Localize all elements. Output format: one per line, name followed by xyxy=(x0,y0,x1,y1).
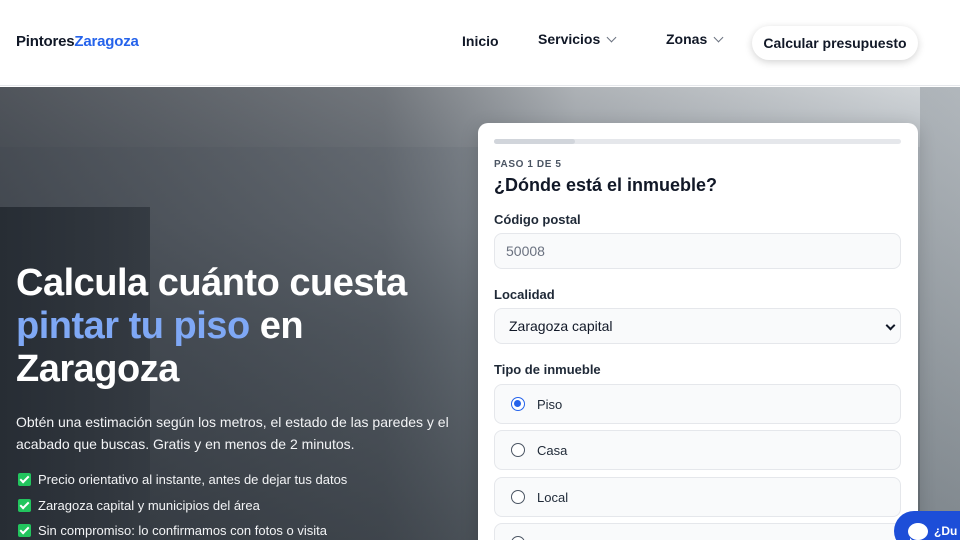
locality-label: Localidad xyxy=(494,287,555,302)
postal-code-placeholder: 50008 xyxy=(506,243,545,259)
nav-servicios-label: Servicios xyxy=(538,31,601,47)
chevron-down-icon xyxy=(885,320,896,331)
radio-unchecked-icon[interactable] xyxy=(511,490,525,504)
checklist-item-text: Sin compromiso: lo confirmamos con fotos… xyxy=(38,523,327,538)
locality-select[interactable]: Zaragoza capital xyxy=(494,308,901,344)
checkbox-checked-icon xyxy=(18,524,31,537)
nav-zonas[interactable]: Zonas xyxy=(666,31,724,47)
step-indicator: PASO 1 DE 5 xyxy=(494,159,562,170)
quote-form-card: PASO 1 DE 5 ¿Dónde está el inmueble? Cód… xyxy=(478,123,918,540)
checklist-item: Precio orientativo al instante, antes de… xyxy=(18,472,347,487)
hero-title-line3: Zaragoza xyxy=(16,348,179,390)
property-type-option-label: Casa xyxy=(537,442,568,458)
logo-text-primary: Pintores xyxy=(16,33,75,50)
step-title: ¿Dónde está el inmueble? xyxy=(494,175,718,195)
progress-bar-fill xyxy=(494,139,576,144)
property-type-option-partial[interactable] xyxy=(494,523,901,540)
checklist-item: Zaragoza capital y municipios del área xyxy=(18,498,260,513)
hero-title-highlight: pintar tu piso xyxy=(16,305,250,347)
property-type-option-local[interactable]: Local xyxy=(494,477,901,517)
chevron-down-icon xyxy=(606,32,617,42)
nav-inicio[interactable]: Inicio xyxy=(462,33,499,49)
hero-title: Calcula cuánto cuesta pintar tu piso en … xyxy=(16,262,466,391)
locality-selected-value: Zaragoza capital xyxy=(509,318,613,334)
checklist-item: Sin compromiso: lo confirmamos con fotos… xyxy=(18,523,327,538)
nav-zonas-label: Zonas xyxy=(666,31,708,47)
property-type-option-label: Local xyxy=(537,489,569,505)
checkbox-checked-icon xyxy=(18,499,31,512)
site-header: PintoresZaragoza Inicio Servicios Zonas … xyxy=(0,0,960,86)
radio-checked-icon[interactable] xyxy=(511,397,525,411)
hero-title-after-highlight: en xyxy=(249,305,304,347)
checklist-item-text: Zaragoza capital y municipios del área xyxy=(38,498,260,513)
radio-unchecked-icon[interactable] xyxy=(511,536,525,540)
postal-code-label: Código postal xyxy=(494,212,581,227)
calcular-presupuesto-button[interactable]: Calcular presupuesto xyxy=(752,26,918,60)
chat-widget-label: ¿Du xyxy=(934,524,958,538)
property-type-option-casa[interactable]: Casa xyxy=(494,430,901,470)
property-type-option-piso[interactable]: Piso xyxy=(494,384,901,424)
logo-text-accent: Zaragoza xyxy=(74,33,139,50)
radio-unchecked-icon[interactable] xyxy=(511,443,525,457)
progress-bar xyxy=(494,139,901,144)
property-type-option-label: Piso xyxy=(537,396,563,412)
nav-inicio-label: Inicio xyxy=(462,33,499,49)
hero-subtitle: Obtén una estimación según los metros, e… xyxy=(16,414,449,452)
chat-bubble-icon xyxy=(908,522,928,540)
property-type-label: Tipo de inmueble xyxy=(494,362,601,377)
logo[interactable]: PintoresZaragoza xyxy=(16,33,139,50)
nav-servicios[interactable]: Servicios xyxy=(538,31,617,47)
postal-code-input[interactable]: 50008 xyxy=(494,233,901,269)
checkbox-checked-icon xyxy=(18,473,31,486)
checklist-item-text: Precio orientativo al instante, antes de… xyxy=(38,472,348,487)
chevron-down-icon xyxy=(713,32,724,42)
hero-title-line1: Calcula cuánto cuesta xyxy=(16,262,407,304)
chat-widget-button[interactable]: ¿Du xyxy=(894,511,960,540)
